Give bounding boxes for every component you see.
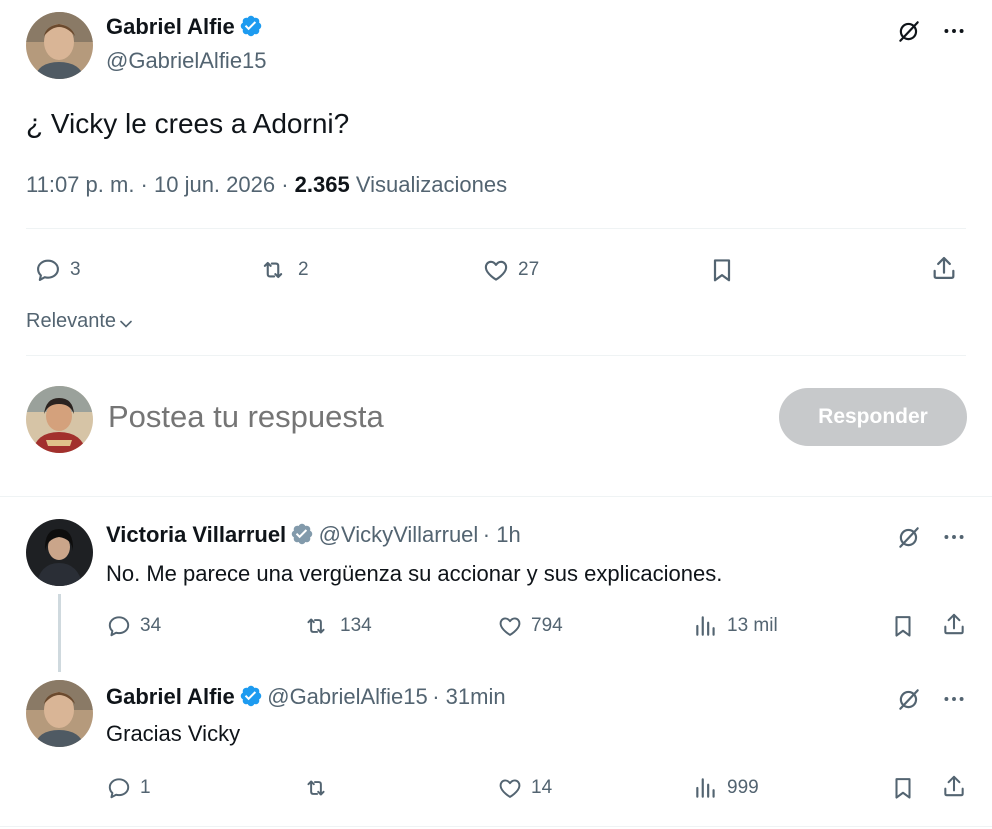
reply-button[interactable]: 34 (106, 613, 161, 639)
reply-count: 3 (70, 259, 81, 280)
divider (26, 355, 966, 356)
reply-button[interactable]: 3 (34, 256, 81, 284)
grok-icon[interactable] (895, 17, 923, 45)
reply-text: No. Me parece una vergüenza su accionar … (106, 561, 723, 586)
reply-author-name[interactable]: Victoria Villarruel (106, 522, 286, 547)
views-icon (693, 613, 719, 639)
divider (0, 496, 992, 497)
heart-icon (497, 613, 523, 639)
like-button[interactable]: 794 (497, 613, 563, 639)
bookmark-button[interactable] (890, 775, 916, 801)
views-icon (693, 775, 719, 801)
tweet-text: ¿ Vicky le crees a Adorni? (26, 108, 350, 139)
reply-time[interactable]: · 31min (432, 684, 505, 709)
verified-badge-icon (239, 14, 263, 38)
sort-label: Relevante (26, 310, 117, 332)
heart-icon (497, 775, 523, 801)
sort-dropdown[interactable]: Relevante (26, 310, 134, 333)
like-button[interactable]: 14 (497, 775, 552, 801)
views-button[interactable]: 13 mil (693, 613, 778, 639)
bookmark-icon (890, 775, 916, 801)
reply-icon (106, 613, 132, 639)
reply-input[interactable] (108, 396, 748, 438)
grok-icon[interactable] (895, 685, 923, 713)
like-button[interactable]: 27 (482, 256, 539, 284)
retweet-button[interactable]: 134 (300, 613, 372, 639)
like-count: 794 (531, 615, 563, 636)
retweet-icon (300, 613, 332, 639)
share-icon (941, 611, 967, 637)
reply-button[interactable]: 1 (106, 775, 151, 801)
reply-time[interactable]: · 1h (483, 522, 521, 547)
retweet-icon (300, 775, 332, 801)
retweet-icon (256, 256, 290, 284)
reply-author-handle[interactable]: @GabrielAlfie15 (267, 684, 428, 709)
reply-author-avatar[interactable] (26, 680, 93, 747)
divider (26, 228, 966, 229)
share-button[interactable] (930, 254, 958, 282)
retweet-button[interactable]: 2 (256, 256, 309, 284)
bookmark-button[interactable] (890, 613, 916, 639)
like-count: 14 (531, 777, 553, 798)
verified-gray-badge-icon (290, 522, 314, 546)
reply-submit-label: Responder (818, 405, 928, 428)
thread-line (58, 594, 61, 672)
more-options-icon[interactable] (940, 685, 968, 713)
verified-badge-icon (239, 684, 263, 708)
current-user-avatar[interactable] (26, 386, 93, 453)
reply-icon (34, 256, 62, 284)
views-label[interactable]: Visualizaciones (356, 172, 507, 197)
author-name[interactable]: Gabriel Alfie (106, 14, 235, 39)
more-options-icon[interactable] (940, 523, 968, 551)
views-count: 999 (727, 777, 759, 798)
reply-icon (106, 775, 132, 801)
bookmark-icon (708, 256, 736, 284)
reply-text: Gracias Vicky (106, 721, 241, 746)
divider (0, 826, 992, 827)
reply-author-name[interactable]: Gabriel Alfie (106, 684, 235, 709)
retweet-button[interactable] (300, 775, 340, 801)
bookmark-button[interactable] (708, 256, 736, 284)
more-options-icon[interactable] (940, 17, 968, 45)
views-count: 2.365 (294, 172, 350, 197)
share-button[interactable] (941, 773, 967, 799)
author-avatar[interactable] (26, 12, 93, 79)
reply-submit-button[interactable]: Responder (779, 388, 967, 446)
share-button[interactable] (941, 611, 967, 637)
reply-count: 34 (140, 615, 162, 636)
reply-count: 1 (140, 777, 151, 798)
views-button[interactable]: 999 (693, 775, 759, 801)
retweet-count: 2 (298, 259, 309, 280)
share-icon (930, 254, 958, 282)
share-icon (941, 773, 967, 799)
chevron-down-icon (120, 320, 132, 328)
reply-author-avatar[interactable] (26, 519, 93, 586)
grok-icon[interactable] (895, 523, 923, 551)
tweet-timestamp[interactable]: 11:07 p. m. · 10 jun. 2026 · (26, 172, 295, 197)
heart-icon (482, 256, 510, 284)
views-count: 13 mil (727, 615, 778, 636)
bookmark-icon (890, 613, 916, 639)
like-count: 27 (518, 259, 540, 280)
author-handle[interactable]: @GabrielAlfie15 (106, 48, 267, 74)
retweet-count: 134 (340, 615, 372, 636)
reply-author-handle[interactable]: @VickyVillarruel (319, 522, 479, 547)
